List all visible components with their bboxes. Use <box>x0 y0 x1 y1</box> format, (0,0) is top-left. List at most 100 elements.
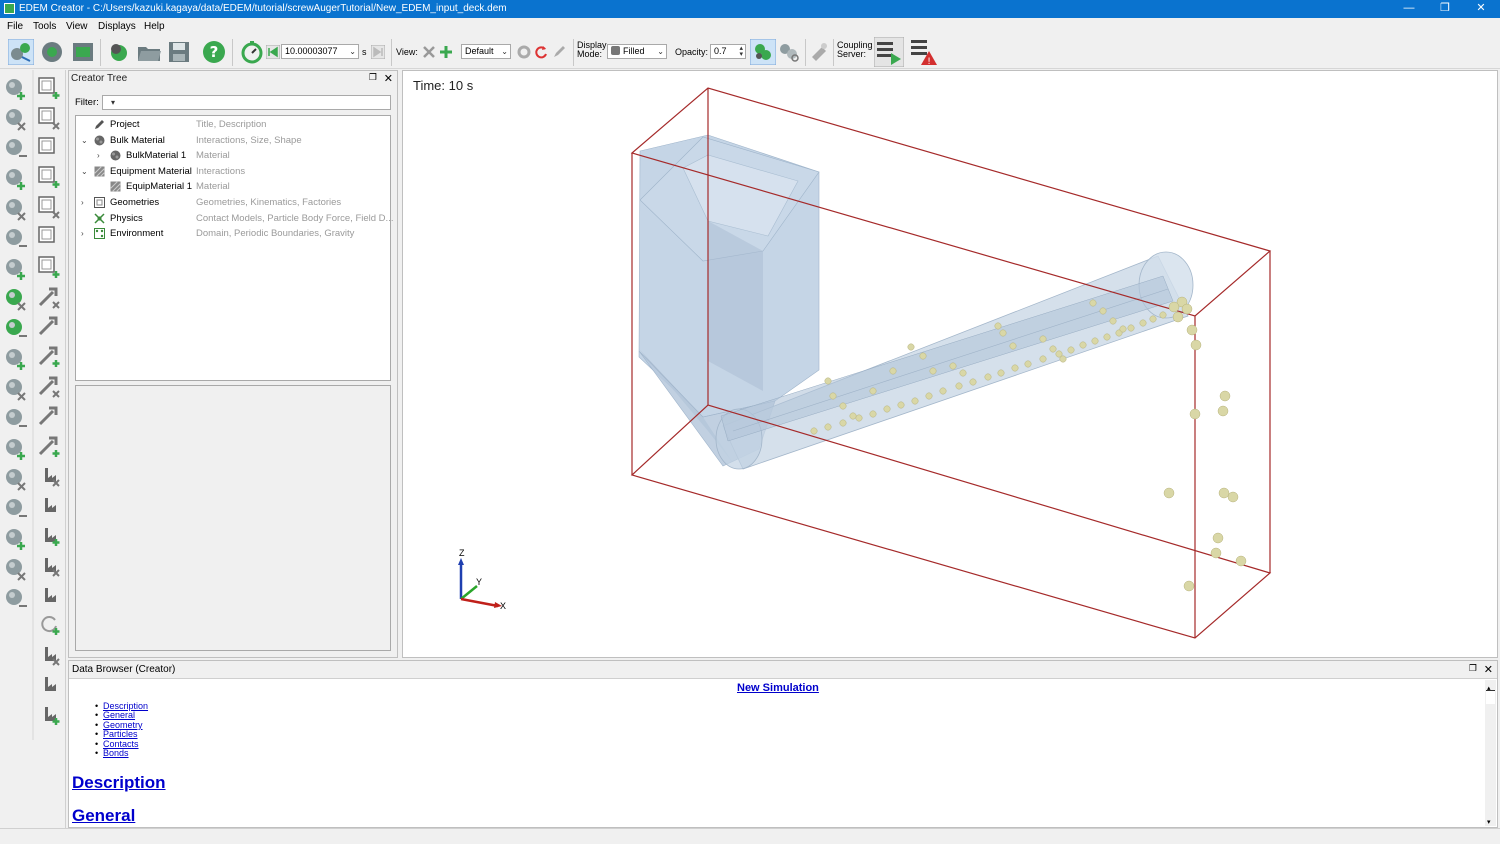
time-selector[interactable]: 10.00003077 ⌄ <box>281 44 359 59</box>
edit-view-icon[interactable] <box>551 44 567 60</box>
factory-copy-icon[interactable] <box>36 522 62 548</box>
material-properties-icon[interactable] <box>3 196 29 222</box>
chevron-down-icon[interactable]: ⌄ <box>81 133 88 148</box>
delete-kinematic-icon[interactable] <box>36 373 62 399</box>
particle-spheres-icon[interactable] <box>3 376 29 402</box>
geometry-edit-icon[interactable] <box>806 39 832 65</box>
scroll-down-icon[interactable]: ▾ <box>1487 818 1491 826</box>
first-frame-icon[interactable] <box>266 45 280 59</box>
reset-view-icon[interactable] <box>533 44 549 60</box>
kinematic-rotate-icon[interactable] <box>36 343 62 369</box>
particle-settings-icon[interactable] <box>776 39 802 65</box>
view-remove-icon[interactable] <box>421 44 437 60</box>
view-add-icon[interactable] <box>438 44 454 60</box>
edit-kinematic-icon[interactable] <box>36 313 62 339</box>
section-heading-description[interactable]: Description <box>72 773 166 793</box>
creator-mode-icon[interactable] <box>8 39 34 65</box>
last-frame-icon[interactable] <box>371 45 385 59</box>
spin-arrows-icon[interactable]: ▴ ▾ <box>739 45 743 58</box>
view-settings-icon[interactable] <box>516 44 532 60</box>
menu-file[interactable]: File <box>7 21 23 32</box>
particle-remove-icon[interactable] <box>3 556 29 582</box>
particle-settings-icon[interactable] <box>3 586 29 612</box>
close-button[interactable]: ✕ <box>1463 0 1499 18</box>
import-geometry-icon[interactable] <box>36 105 62 131</box>
view-preset-select[interactable]: Default ⌄ <box>461 44 511 59</box>
kinematic-check-icon[interactable] <box>36 433 62 459</box>
menu-tools[interactable]: Tools <box>33 21 56 32</box>
delete-geometry-icon[interactable] <box>36 224 62 250</box>
remove-material-icon[interactable] <box>3 256 29 282</box>
coupling-server-warning-icon[interactable]: ! <box>909 37 939 67</box>
add-equipment-material-icon[interactable] <box>3 106 29 132</box>
particle-group-icon[interactable] <box>3 496 29 522</box>
chevron-right-icon[interactable]: › <box>97 148 100 163</box>
timer-icon[interactable] <box>239 39 265 65</box>
geometry-transform-icon[interactable] <box>36 164 62 190</box>
import-material-icon[interactable] <box>3 166 29 192</box>
chevron-right-icon[interactable]: › <box>81 195 84 210</box>
particle-delete-icon[interactable] <box>3 436 29 462</box>
simulator-mode-icon[interactable] <box>39 39 65 65</box>
chevron-down-icon[interactable]: ⌄ <box>81 164 88 179</box>
chevron-right-icon[interactable]: › <box>81 226 84 241</box>
float-panel-icon[interactable]: ❐ <box>1469 663 1477 674</box>
add-kinematic-icon[interactable] <box>36 284 62 310</box>
geometry-section-icon[interactable] <box>36 135 62 161</box>
toc-link-bonds[interactable]: Bonds <box>103 748 129 758</box>
tree-item[interactable]: ⌄ Equipment Material Interactions <box>76 164 390 179</box>
geometry-properties-icon[interactable] <box>36 254 62 280</box>
add-geometry-icon[interactable] <box>36 75 62 101</box>
tree-item[interactable]: EquipMaterial 1 Material <box>76 179 390 194</box>
add-factory-icon[interactable] <box>36 462 62 488</box>
filter-select[interactable]: ▾ <box>102 95 391 110</box>
tree-item[interactable]: ⌄ Bulk Material Interactions, Size, Shape <box>76 133 390 148</box>
refresh-icon[interactable] <box>36 611 62 637</box>
delete-factory-icon[interactable] <box>36 552 62 578</box>
tree-item[interactable]: Physics Contact Models, Particle Body For… <box>76 211 393 226</box>
add-particle-icon[interactable] <box>3 286 29 312</box>
maximize-button[interactable]: ❐ <box>1427 0 1463 18</box>
help-icon[interactable]: ? <box>201 39 227 65</box>
new-file-icon[interactable] <box>106 39 132 65</box>
edit-particle-icon[interactable] <box>3 406 29 432</box>
delete-contact-icon[interactable] <box>36 701 62 727</box>
export-factory-icon[interactable] <box>36 641 62 667</box>
tree-item[interactable]: › Environment Domain, Periodic Boundaries,… <box>76 226 390 241</box>
3d-viewport[interactable]: Time: 10 s Z Y X <box>402 70 1498 658</box>
scroll-thumb[interactable] <box>1486 690 1495 704</box>
new-simulation-link[interactable]: New Simulation <box>737 682 819 694</box>
particle-shape-icon[interactable] <box>3 346 29 372</box>
tree-item[interactable]: › BulkMaterial 1 Material <box>76 148 390 163</box>
save-icon[interactable] <box>166 39 192 65</box>
filled-mode-icon <box>611 46 620 55</box>
kinematic-settings-icon[interactable] <box>36 403 62 429</box>
delete-material-icon[interactable] <box>3 226 29 252</box>
add-particle-template-icon[interactable] <box>3 316 29 342</box>
float-panel-icon[interactable]: ❐ <box>369 72 377 83</box>
close-panel-icon[interactable]: ✕ <box>1484 663 1493 676</box>
menu-view[interactable]: View <box>66 21 88 32</box>
section-heading-general[interactable]: General <box>72 806 135 826</box>
opacity-spinbox[interactable]: 0.7 ▴ ▾ <box>710 44 746 59</box>
add-contact-icon[interactable] <box>36 671 62 697</box>
particle-link-icon[interactable] <box>3 526 29 552</box>
particle-check-icon[interactable] <box>3 466 29 492</box>
edit-factory-icon[interactable] <box>36 492 62 518</box>
start-coupling-server-icon[interactable] <box>874 37 904 67</box>
minimize-button[interactable]: — <box>1391 0 1427 18</box>
tree-item[interactable]: › Geometries Geometries, Kinematics, Facto… <box>76 195 390 210</box>
analyst-mode-icon[interactable] <box>70 39 96 65</box>
copy-material-icon[interactable] <box>3 136 29 162</box>
menu-help[interactable]: Help <box>144 21 165 32</box>
geometry-copy-icon[interactable] <box>36 194 62 220</box>
open-folder-icon[interactable] <box>136 39 162 65</box>
close-panel-icon[interactable]: ✕ <box>384 72 393 85</box>
show-particles-icon[interactable] <box>750 39 776 65</box>
tree-item[interactable]: Project Title, Description <box>76 117 390 132</box>
vertical-scrollbar[interactable]: ▴ ▾ <box>1485 680 1496 826</box>
add-bulk-material-icon[interactable] <box>3 76 29 102</box>
display-mode-select[interactable]: Filled ⌄ <box>607 44 667 59</box>
menu-displays[interactable]: Displays <box>98 21 136 32</box>
factory-settings-icon[interactable] <box>36 582 62 608</box>
